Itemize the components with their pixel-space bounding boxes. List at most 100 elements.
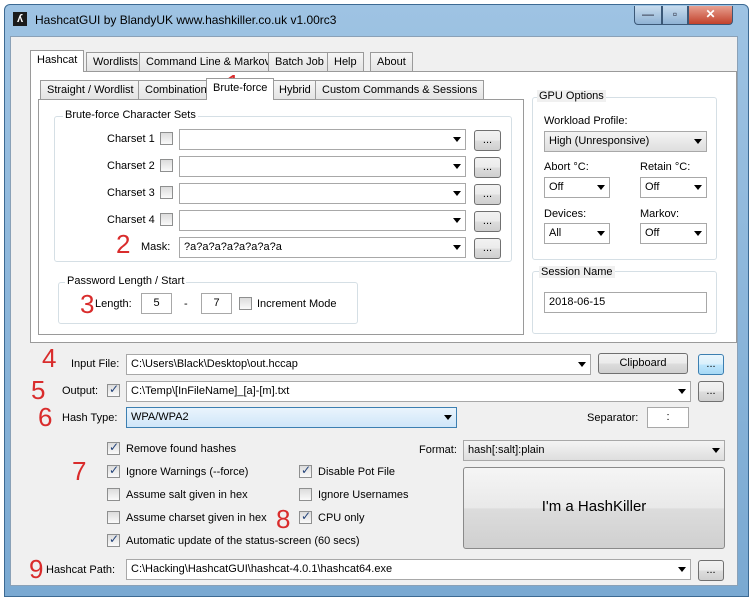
output-browse-button[interactable]: ... — [698, 381, 724, 402]
charset-1-combo[interactable] — [179, 129, 466, 150]
tab-straight-wordlist[interactable]: Straight / Wordlist — [40, 80, 141, 100]
chevron-down-icon — [694, 139, 702, 144]
title-bar[interactable]: ʎ HashcatGUI by BlandyUK www.hashkiller.… — [5, 5, 748, 33]
charset-hex-checkbox[interactable] — [107, 511, 120, 524]
length-min-input[interactable]: 5 — [141, 293, 172, 314]
tab-hybrid[interactable]: Hybrid — [272, 80, 318, 100]
window-title: HashcatGUI by BlandyUK www.hashkiller.co… — [35, 13, 337, 27]
charset-3-checkbox[interactable] — [160, 186, 173, 199]
chevron-down-icon — [444, 415, 452, 420]
charset-2-checkbox[interactable] — [160, 159, 173, 172]
charset-4-browse-button[interactable]: ... — [474, 211, 501, 232]
chevron-down-icon — [453, 245, 461, 250]
separator-input[interactable]: : — [647, 407, 689, 428]
tab-command-line-markov[interactable]: Command Line & Markov — [139, 52, 278, 72]
tab-brute-force[interactable]: Brute-force — [206, 78, 275, 100]
hash-type-select[interactable]: WPA/WPA2 — [126, 407, 457, 428]
salt-hex-label: Assume salt given in hex — [126, 489, 248, 501]
charset-2-combo[interactable] — [179, 156, 466, 177]
markov-label: Markov: — [640, 208, 680, 220]
session-name-input[interactable]: 2018-06-15 — [544, 292, 707, 313]
abort-select[interactable]: Off — [544, 177, 610, 198]
increment-mode-checkbox[interactable] — [239, 297, 252, 310]
tab-help[interactable]: Help — [327, 52, 364, 72]
annotation-2: 2 — [116, 229, 131, 259]
input-file-browse-button[interactable]: ... — [698, 354, 724, 375]
tab-about[interactable]: About — [370, 52, 413, 72]
retain-label: Retain °C: — [640, 161, 691, 173]
chevron-down-icon — [453, 164, 461, 169]
ignore-usernames-label: Ignore Usernames — [318, 489, 409, 501]
chevron-down-icon — [453, 191, 461, 196]
charset-4-checkbox[interactable] — [160, 213, 173, 226]
clipboard-button[interactable]: Clipboard — [598, 353, 688, 374]
mask-combo[interactable]: ?a?a?a?a?a?a?a?a — [179, 237, 466, 258]
chevron-down-icon — [678, 567, 686, 572]
charset-3-label: Charset 3 — [107, 187, 155, 199]
hashcat-path-browse-button[interactable]: ... — [698, 560, 724, 581]
length-label: Length: — [95, 298, 132, 310]
increment-mode-label: Increment Mode — [257, 298, 337, 310]
charset-1-browse-button[interactable]: ... — [474, 130, 501, 151]
charset-3-combo[interactable] — [179, 183, 466, 204]
annotation-8: 8 — [276, 504, 291, 534]
charset-2-browse-button[interactable]: ... — [474, 157, 501, 178]
cpu-only-checkbox[interactable] — [299, 509, 312, 524]
ignore-warnings-checkbox[interactable] — [107, 463, 120, 478]
output-combo[interactable]: C:\Temp\[InFileName]_[a]-[m].txt — [126, 381, 691, 402]
length-dash: - — [184, 298, 188, 310]
remove-found-checkbox[interactable] — [107, 440, 120, 455]
hash-type-label: Hash Type: — [62, 412, 118, 424]
format-select[interactable]: hash[:salt]:plain — [463, 440, 725, 461]
disable-pot-checkbox[interactable] — [299, 463, 312, 478]
chevron-down-icon — [694, 185, 702, 190]
separator-label: Separator: — [587, 412, 639, 424]
charset-2-label: Charset 2 — [107, 160, 155, 172]
chevron-down-icon — [694, 231, 702, 236]
length-max-input[interactable]: 7 — [201, 293, 232, 314]
annotation-7: 7 — [72, 456, 87, 486]
chevron-down-icon — [678, 389, 686, 394]
tab-wordlists[interactable]: Wordlists — [86, 52, 146, 72]
ignore-warnings-label: Ignore Warnings (--force) — [126, 466, 249, 478]
devices-select[interactable]: All — [544, 223, 610, 244]
tab-batch-job[interactable]: Batch Job — [268, 52, 331, 72]
gpu-options-title: GPU Options — [537, 90, 606, 102]
abort-label: Abort °C: — [544, 161, 589, 173]
input-file-combo[interactable]: C:\Users\Black\Desktop\out.hccap — [126, 354, 591, 375]
auto-update-label: Automatic update of the status-screen (6… — [126, 535, 360, 547]
mask-label: Mask: — [141, 241, 171, 253]
minimize-button[interactable]: — — [634, 6, 662, 25]
format-label: Format: — [419, 444, 457, 456]
annotation-4: 4 — [42, 343, 57, 373]
ignore-usernames-checkbox[interactable] — [299, 488, 312, 501]
charset-4-combo[interactable] — [179, 210, 466, 231]
output-checkbox[interactable] — [107, 382, 120, 397]
auto-update-checkbox[interactable] — [107, 532, 120, 547]
retain-select[interactable]: Off — [640, 177, 707, 198]
tab-combination[interactable]: Combination — [138, 80, 214, 100]
workload-select[interactable]: High (Unresponsive) — [544, 131, 707, 152]
tab-hashcat[interactable]: Hashcat — [30, 50, 85, 72]
charset-group-title: Brute-force Character Sets — [63, 109, 198, 121]
tab-custom-commands-sessions[interactable]: Custom Commands & Sessions — [315, 80, 485, 100]
maximize-button[interactable]: ▫ — [662, 6, 688, 25]
annotation-6: 6 — [38, 402, 53, 432]
input-file-label: Input File: — [71, 358, 120, 370]
start-button[interactable]: I'm a HashKiller — [463, 467, 725, 549]
charset-1-checkbox[interactable] — [160, 132, 173, 145]
disable-pot-label: Disable Pot File — [318, 466, 396, 478]
hashcat-path-combo[interactable]: C:\Hacking\HashcatGUI\hashcat-4.0.1\hash… — [126, 559, 691, 580]
chevron-down-icon — [578, 362, 586, 367]
devices-label: Devices: — [544, 208, 587, 220]
annotation-9: 9 — [29, 554, 44, 584]
salt-hex-checkbox[interactable] — [107, 488, 120, 501]
chevron-down-icon — [453, 218, 461, 223]
chevron-down-icon — [597, 231, 605, 236]
charset-3-browse-button[interactable]: ... — [474, 184, 501, 205]
mask-browse-button[interactable]: ... — [474, 238, 501, 259]
close-button[interactable]: ✕ — [688, 6, 733, 25]
chevron-down-icon — [712, 448, 720, 453]
markov-select[interactable]: Off — [640, 223, 707, 244]
annotation-3: 3 — [80, 289, 95, 319]
